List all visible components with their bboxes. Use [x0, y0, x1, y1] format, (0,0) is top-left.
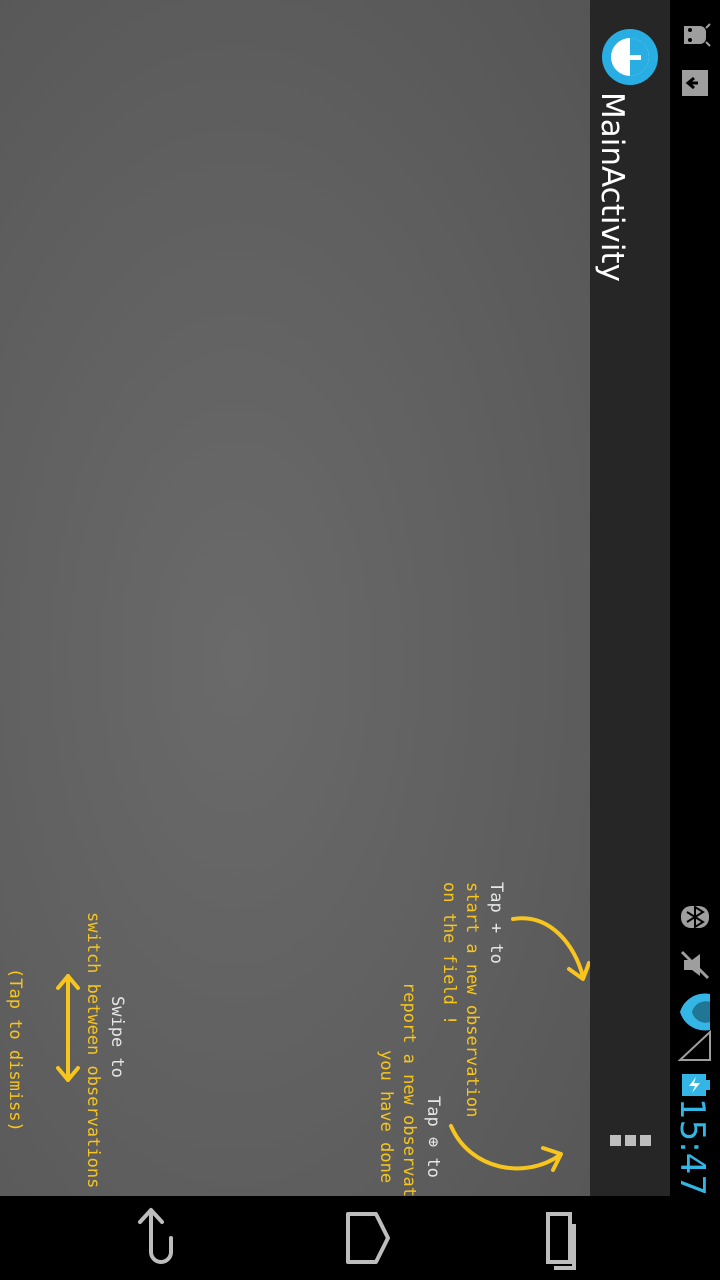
- tutorial-report-title: Tap ⊕ to: [423, 1096, 443, 1178]
- app-logo-icon[interactable]: [601, 28, 659, 86]
- back-icon[interactable]: [126, 1204, 196, 1274]
- tutorial-new-line2: start a new observation: [462, 882, 482, 1118]
- wifi-icon: [680, 993, 710, 1031]
- bluetooth-icon: [681, 905, 709, 929]
- mute-icon: [680, 950, 710, 980]
- battery-icon: [682, 1074, 710, 1096]
- swipe-arrow-icon: [56, 974, 80, 1082]
- screen: Tap + to start a new observation on the …: [0, 0, 720, 1280]
- download-icon: [682, 70, 708, 96]
- tutorial-dismiss[interactable]: (Tap to dismiss): [4, 968, 26, 1132]
- page-title: MainActivity: [594, 92, 630, 282]
- arrow-to-report-icon: [449, 1124, 563, 1172]
- tutorial-swipe-title: Swipe to: [107, 996, 127, 1078]
- tutorial-swipe-line2: switch between observations !: [83, 912, 103, 1209]
- overflow-menu-icon[interactable]: [606, 1128, 654, 1152]
- recent-apps-icon[interactable]: [528, 1204, 598, 1274]
- tutorial-new-line3: on the field !: [439, 882, 459, 1026]
- status-clock: 15:47: [672, 1098, 712, 1196]
- tutorial-report-line3: you have done !: [376, 1050, 396, 1204]
- home-icon[interactable]: [328, 1204, 398, 1274]
- tutorial-report-line2: report a new observation: [399, 982, 419, 1228]
- tutorial-new-title: Tap + to: [486, 882, 506, 964]
- tutorial-overlay[interactable]: Tap + to start a new observation on the …: [0, 0, 591, 1228]
- signal-icon: [678, 1030, 711, 1061]
- android-icon: [684, 23, 711, 47]
- arrow-to-add-icon: [511, 916, 591, 981]
